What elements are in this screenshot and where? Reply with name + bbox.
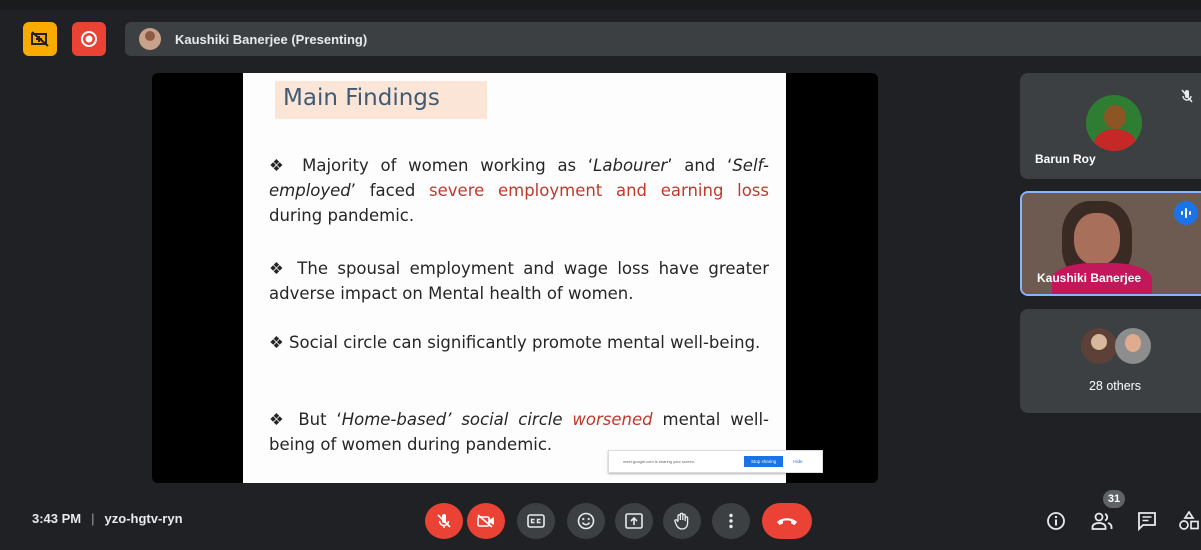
top-bar: Kaushiki Banerjee (Presenting) <box>0 0 1201 78</box>
recording-button[interactable] <box>72 22 106 56</box>
raise-hand-button[interactable] <box>663 503 701 539</box>
present-now-button[interactable] <box>615 503 653 539</box>
present-icon <box>625 513 643 529</box>
slide-bullet: ❖ The spousal employment and wage loss h… <box>269 259 769 303</box>
mic-off-icon <box>1181 89 1193 103</box>
speaking-indicator <box>1174 201 1198 225</box>
participant-avatar <box>1081 328 1117 364</box>
participant-avatar <box>1115 328 1151 364</box>
activities-icon <box>1179 511 1199 530</box>
presenter-bar: Kaushiki Banerjee (Presenting) <box>125 22 1201 56</box>
mic-off-icon <box>437 514 451 528</box>
activities-button[interactable] <box>1177 509 1201 533</box>
participant-tile-active[interactable]: Kaushiki Banerjee <box>1020 191 1201 296</box>
presenter-avatar <box>139 28 161 50</box>
shared-screen: Main Findings ❖ Majority of women workin… <box>152 73 878 483</box>
camera-button[interactable] <box>467 503 505 539</box>
audio-level-icon <box>1181 208 1191 218</box>
presentation-slide: Main Findings ❖ Majority of women workin… <box>243 73 823 483</box>
end-call-icon <box>777 518 797 525</box>
microphone-button[interactable] <box>425 503 463 539</box>
slide-bullet: ❖ Social circle can significantly promot… <box>269 333 761 352</box>
hide-notice-link[interactable]: Hide <box>793 459 802 464</box>
bottom-bar: 3:43 PM | yzo-hgtv-ryn 31 <box>0 490 1201 550</box>
present-off-button[interactable] <box>23 22 57 56</box>
meeting-details-button[interactable] <box>1044 509 1068 533</box>
people-icon <box>1091 512 1113 530</box>
end-call-button[interactable] <box>762 503 812 539</box>
participant-avatar <box>1086 95 1142 151</box>
stop-sharing-button[interactable]: Stop sharing <box>744 456 784 467</box>
share-notice-text: meet.google.com is sharing your screen. <box>623 459 696 464</box>
window-strip <box>0 0 1201 10</box>
meeting-code: yzo-hgtv-ryn <box>104 511 183 526</box>
participant-name: Barun Roy <box>1035 152 1096 166</box>
presenter-label: Kaushiki Banerjee (Presenting) <box>175 31 368 47</box>
participant-muted-indicator <box>1176 85 1198 107</box>
separator: | <box>91 511 95 526</box>
more-options-icon <box>729 513 733 529</box>
people-button[interactable] <box>1090 509 1114 533</box>
screen-share-notice: meet.google.com is sharing your screen. … <box>608 450 823 473</box>
participant-tile[interactable]: Barun Roy <box>1020 73 1201 179</box>
chat-button[interactable] <box>1135 509 1159 533</box>
present-off-icon <box>31 31 49 47</box>
camera-off-icon <box>477 514 494 528</box>
others-count: 28 others <box>1088 379 1142 393</box>
more-options-button[interactable] <box>712 503 750 539</box>
captions-icon <box>527 514 545 528</box>
emoji-icon <box>577 512 595 530</box>
emoji-button[interactable] <box>567 503 605 539</box>
captions-button[interactable] <box>517 503 555 539</box>
info-icon <box>1047 512 1065 530</box>
slide-title: Main Findings <box>283 85 440 111</box>
raise-hand-icon <box>674 512 689 530</box>
record-icon <box>81 31 97 47</box>
others-tile[interactable]: 28 others <box>1020 309 1201 413</box>
chat-icon <box>1138 512 1156 531</box>
meeting-info: 3:43 PM | yzo-hgtv-ryn <box>32 511 183 526</box>
participant-name: Kaushiki Banerjee <box>1037 271 1142 285</box>
slide-bullet: ❖ Majority of women working as ‘Labourer… <box>269 156 770 225</box>
people-count-badge: 31 <box>1103 490 1125 508</box>
current-time: 3:43 PM <box>32 511 82 526</box>
